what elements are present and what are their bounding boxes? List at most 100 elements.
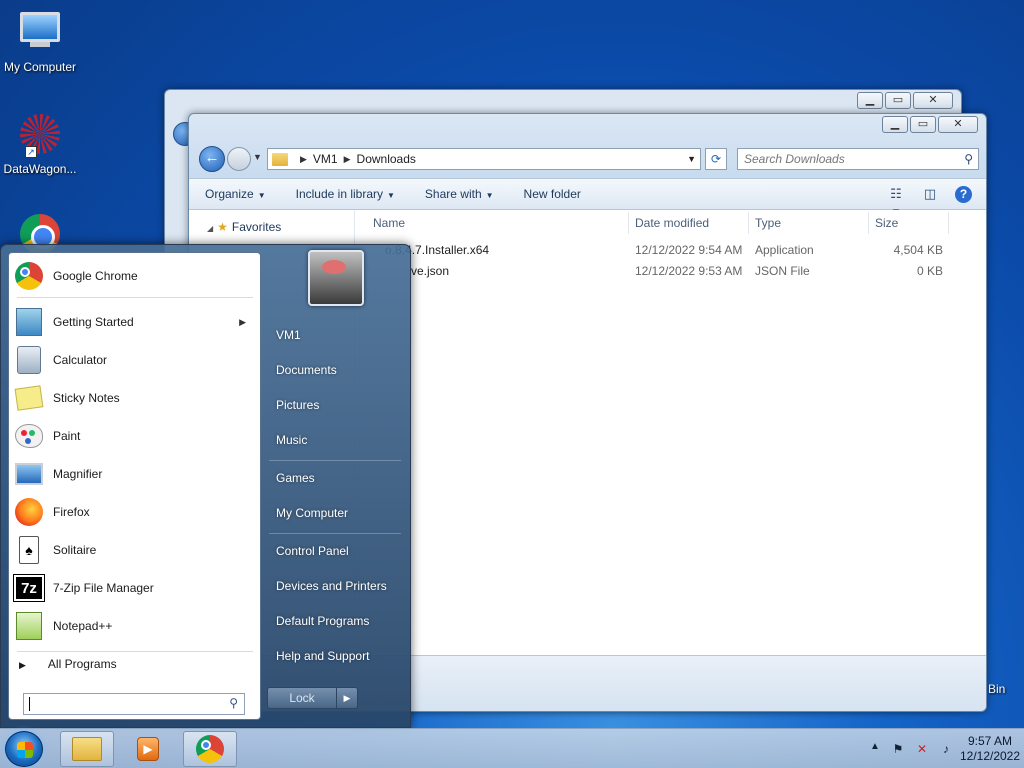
breadcrumb-downloads[interactable]: Downloads — [357, 152, 416, 166]
start-link-documents[interactable]: Documents — [276, 363, 337, 377]
file-row[interactable]: o.8.4.7.Installer.x64 12/12/2022 9:54 AM… — [355, 240, 986, 260]
view-options-icon[interactable]: ☷ ▾ — [887, 185, 905, 219]
start-link-my-computer[interactable]: My Computer — [276, 506, 348, 520]
magnifier-icon — [13, 458, 45, 490]
start-link-music[interactable]: Music — [276, 433, 307, 447]
user-picture-avatar[interactable] — [308, 250, 364, 306]
taskbar-chrome-button[interactable] — [183, 731, 237, 767]
file-date: 12/12/2022 9:54 AM — [635, 243, 743, 257]
maximize-button[interactable]: ▭ — [910, 116, 936, 133]
command-bar: Organize ▼ Include in library ▼ Share with… — [189, 178, 986, 219]
recent-pages-dropdown-icon[interactable]: ▼ — [253, 152, 262, 162]
column-size[interactable]: Size — [869, 212, 949, 234]
start-link-control-panel[interactable]: Control Panel — [276, 544, 349, 558]
column-date-modified[interactable]: Date modified — [629, 212, 749, 234]
program-magnifier[interactable]: Magnifier — [13, 457, 256, 491]
address-bar[interactable]: ▶ VM1 ▶ Downloads ▼ — [267, 148, 701, 170]
start-link-default-programs[interactable]: Default Programs — [276, 614, 369, 628]
clock-time: 9:57 AM — [967, 734, 1013, 748]
forward-button[interactable] — [227, 147, 251, 171]
start-link-games[interactable]: Games — [276, 471, 315, 485]
search-input[interactable]: Search Downloads ⚲ — [737, 148, 979, 170]
column-headers: Name Date modified Type Size — [355, 210, 986, 236]
program-firefox[interactable]: Firefox — [13, 495, 256, 529]
shortcut-arrow-icon: ↗ — [25, 146, 37, 158]
file-size: 4,504 KB — [893, 243, 943, 257]
breadcrumb-separator-icon[interactable]: ▶ — [344, 154, 351, 165]
7zip-icon: 7z — [13, 572, 45, 604]
divider — [269, 460, 401, 461]
program-7zip[interactable]: 7z 7-Zip File Manager — [13, 571, 256, 605]
program-notepadpp[interactable]: Notepad++ — [13, 609, 256, 643]
program-google-chrome[interactable]: Google Chrome — [13, 259, 256, 293]
start-link-devices-printers[interactable]: Devices and Printers — [276, 579, 387, 593]
caption-buttons: ▁ ▭ ✕ — [855, 92, 953, 109]
help-icon[interactable]: ? — [955, 185, 972, 203]
folder-icon — [72, 737, 102, 761]
taskbar-media-player-button[interactable]: ▶ — [121, 731, 175, 767]
back-button[interactable]: ← — [199, 146, 225, 172]
refresh-button[interactable]: ⟳ — [705, 148, 727, 170]
desktop-icon-label: DataWagon... — [3, 162, 77, 176]
show-hidden-icons-icon[interactable]: ▲ — [870, 741, 880, 752]
start-search-input[interactable]: ⚲ — [23, 693, 245, 715]
clock-date: 12/12/2022 — [959, 749, 1021, 763]
clock[interactable]: 9:57 AM 12/12/2022 — [956, 734, 1024, 764]
start-menu: Google Chrome Getting Started ▶ Calculat… — [0, 244, 411, 728]
chevron-down-icon: ▼ — [485, 191, 494, 200]
close-button[interactable]: ✕ — [913, 92, 953, 109]
program-sticky-notes[interactable]: Sticky Notes — [13, 381, 256, 415]
organize-button[interactable]: Organize ▼ — [205, 187, 266, 201]
desktop-icon-my-computer[interactable]: My Computer — [0, 8, 80, 74]
desktop-icon-datawagon[interactable]: ↗ DataWagon... — [0, 112, 80, 176]
column-type[interactable]: Type — [749, 212, 869, 234]
nav-favorites[interactable]: ◢ ★ Favorites — [207, 220, 281, 234]
search-placeholder: Search Downloads — [744, 152, 845, 166]
expand-icon: ◢ — [207, 224, 214, 233]
action-center-icon[interactable]: ⚑ — [890, 741, 906, 757]
chrome-icon — [196, 735, 224, 763]
recycle-bin-label[interactable]: Bin — [988, 682, 1005, 696]
address-dropdown-icon[interactable]: ▼ — [687, 154, 696, 164]
program-getting-started[interactable]: Getting Started ▶ — [13, 305, 256, 339]
chevron-down-icon: ▼ — [387, 191, 395, 200]
navigation-bar: ← ▼ ▶ VM1 ▶ Downloads ▼ ⟳ Search Downloa… — [197, 146, 979, 172]
divider — [17, 297, 253, 298]
program-solitaire[interactable]: ♠ Solitaire — [13, 533, 256, 567]
preview-pane-icon[interactable]: ◫ — [921, 185, 939, 203]
start-link-user[interactable]: VM1 — [276, 328, 301, 342]
lock-button[interactable]: Lock — [267, 687, 337, 709]
datawagon-icon: ↗ — [17, 114, 63, 160]
file-row[interactable]: ve.json 12/12/2022 9:53 AM JSON File 0 K… — [355, 261, 986, 281]
minimize-button[interactable]: ▁ — [857, 92, 883, 109]
start-link-help-support[interactable]: Help and Support — [276, 649, 369, 663]
getting-started-icon — [13, 306, 45, 338]
solitaire-icon: ♠ — [13, 534, 45, 566]
program-paint[interactable]: Paint — [13, 419, 256, 453]
taskbar-explorer-button[interactable] — [60, 731, 114, 767]
start-link-pictures[interactable]: Pictures — [276, 398, 319, 412]
breadcrumb-vm1[interactable]: VM1 — [313, 152, 338, 166]
folder-icon — [272, 152, 288, 166]
volume-icon[interactable]: ♪ — [938, 741, 954, 757]
media-player-icon: ▶ — [137, 737, 159, 761]
program-calculator[interactable]: Calculator — [13, 343, 256, 377]
new-folder-button[interactable]: New folder — [524, 187, 581, 201]
computer-icon — [17, 12, 63, 58]
shutdown-options-arrow-icon[interactable]: ▶ — [337, 687, 358, 709]
start-button[interactable] — [5, 731, 43, 767]
column-name[interactable]: Name — [355, 212, 629, 234]
share-with-button[interactable]: Share with ▼ — [425, 187, 494, 201]
all-programs-button[interactable]: ▶ All Programs — [19, 657, 117, 671]
search-icon[interactable]: ⚲ — [964, 152, 973, 166]
network-disconnected-icon[interactable]: ✕ — [914, 741, 930, 757]
text-caret — [29, 697, 30, 711]
include-in-library-button[interactable]: Include in library ▼ — [296, 187, 395, 201]
file-date: 12/12/2022 9:53 AM — [635, 264, 743, 278]
minimize-button[interactable]: ▁ — [882, 116, 908, 133]
search-icon[interactable]: ⚲ — [229, 696, 238, 710]
breadcrumb-separator-icon[interactable]: ▶ — [300, 154, 307, 165]
maximize-button[interactable]: ▭ — [885, 92, 911, 109]
close-button[interactable]: ✕ — [938, 116, 978, 133]
firefox-icon — [13, 496, 45, 528]
